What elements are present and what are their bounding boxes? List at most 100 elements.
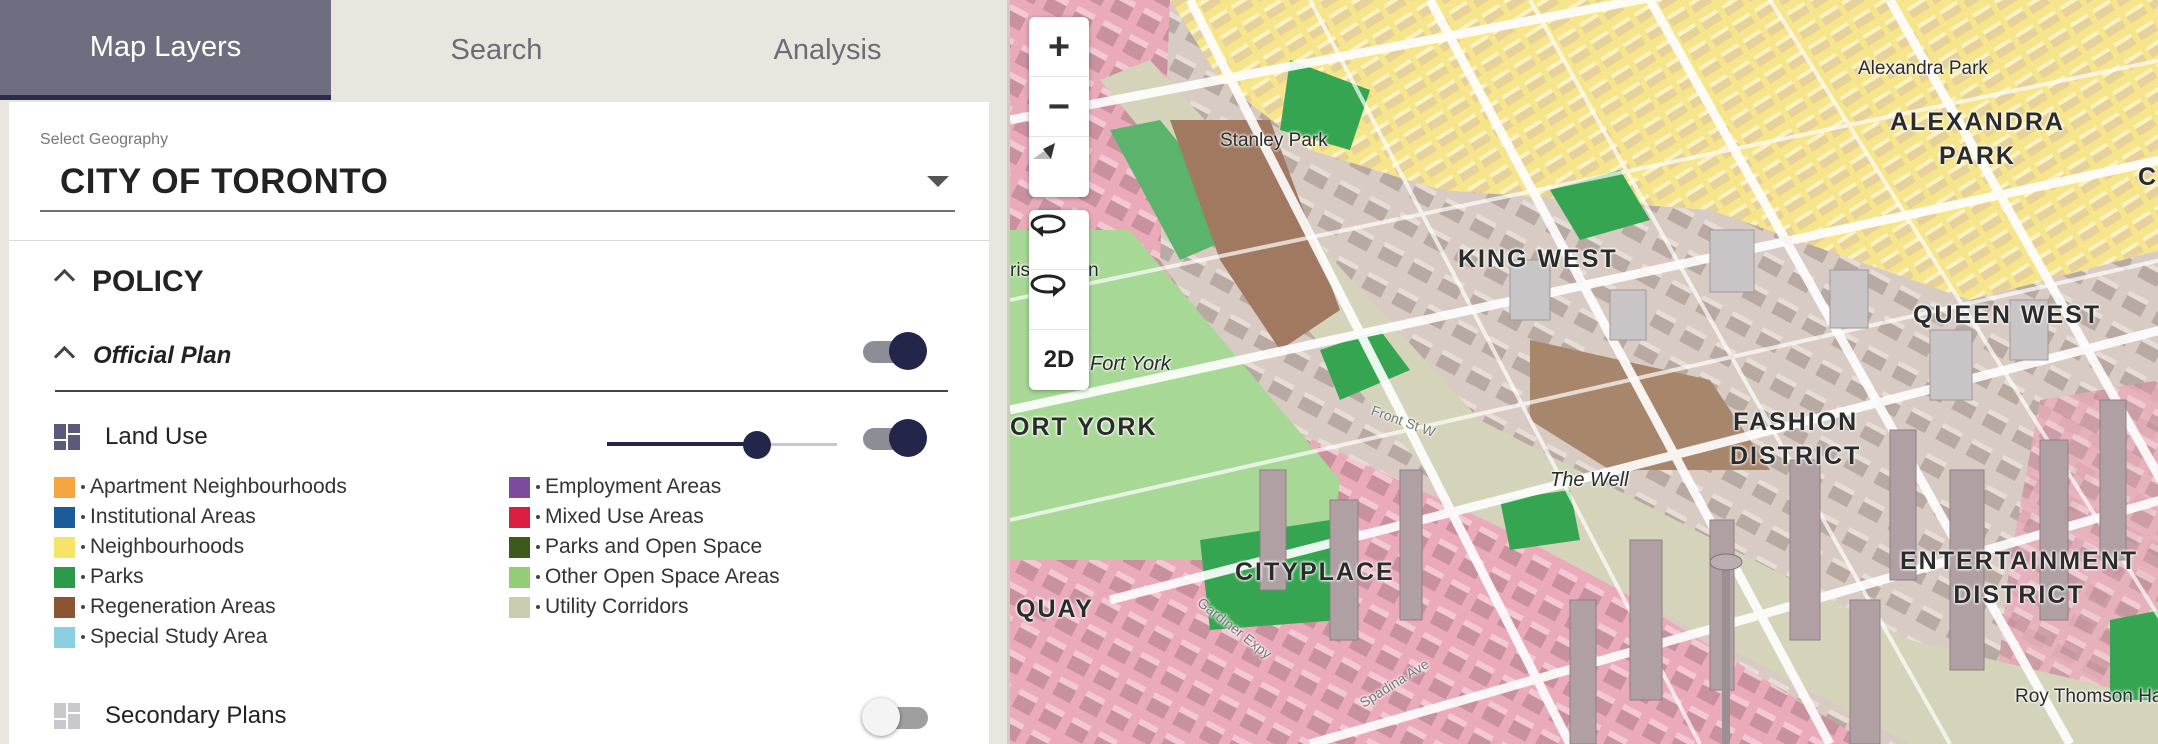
legend-item: Institutional Areas xyxy=(54,502,256,532)
mode-2d-label: 2D xyxy=(1043,346,1075,373)
chevron-up-icon[interactable] xyxy=(54,342,74,362)
legend-label: Regeneration Areas xyxy=(90,595,276,618)
official-plan-divider xyxy=(55,390,948,392)
layers-content: Select Geography CITY OF TORONTO POLICY … xyxy=(9,102,989,744)
zoom-in-button[interactable]: + xyxy=(1029,17,1089,77)
geography-value: CITY OF TORONTO xyxy=(60,162,389,201)
geography-select[interactable]: CITY OF TORONTO xyxy=(40,152,955,212)
mode-2d-button[interactable]: 2D xyxy=(1029,330,1089,390)
rotate-left-button[interactable] xyxy=(1029,210,1089,270)
map-label-the-well: The Well xyxy=(1550,469,1629,491)
legend-item: Other Open Space Areas xyxy=(509,562,780,592)
legend-item: Employment Areas xyxy=(509,472,721,502)
rotate-right-icon xyxy=(1030,274,1066,297)
geography-label: Select Geography xyxy=(40,131,169,148)
zoom-out-button[interactable]: − xyxy=(1029,77,1089,137)
legend-item: Neighbourhoods xyxy=(54,532,244,562)
legend-label: Mixed Use Areas xyxy=(545,505,704,528)
minus-icon: − xyxy=(1047,85,1071,128)
legend-swatch xyxy=(54,566,75,588)
legend-swatch xyxy=(509,506,530,528)
toggle-knob xyxy=(889,332,927,370)
caret-down-icon xyxy=(927,176,949,187)
map-label-fort-york-park: Fort York xyxy=(1090,353,1171,375)
legend-label: Special Study Area xyxy=(90,625,268,648)
land-use-toggle[interactable] xyxy=(859,417,929,457)
tab-search[interactable]: Search xyxy=(331,0,662,100)
map-zoom-controls: + − xyxy=(1029,17,1089,197)
legend-label: Institutional Areas xyxy=(90,505,256,528)
plus-icon: + xyxy=(1047,25,1071,68)
legend-label: Apartment Neighbourhoods xyxy=(90,475,347,498)
tab-analysis[interactable]: Analysis xyxy=(662,0,993,100)
legend-swatch xyxy=(54,626,75,648)
legend-item: Special Study Area xyxy=(54,622,267,652)
land-use-opacity-slider[interactable] xyxy=(607,425,839,465)
bullet-icon xyxy=(536,545,540,549)
legend-item: Regeneration Areas xyxy=(54,592,276,622)
bullet-icon xyxy=(81,605,85,609)
map-label-entertainment-district: ENTERTAINMENT DISTRICT xyxy=(1900,547,2139,609)
legend-swatch xyxy=(54,596,75,618)
bullet-icon xyxy=(536,515,540,519)
rotate-left-icon xyxy=(1030,214,1066,237)
bullet-icon xyxy=(536,485,540,489)
bullet-icon xyxy=(81,485,85,489)
map-label-king-west: KING WEST xyxy=(1458,245,1618,273)
legend-item: Parks and Open Space xyxy=(509,532,762,562)
legend-label: Utility Corridors xyxy=(545,595,689,618)
map-label-stanley-park: Stanley Park xyxy=(1220,130,1328,151)
map-view[interactable]: Alexandra Park ALEXANDRA PARK Stanley Pa… xyxy=(1007,0,2158,744)
slider-thumb[interactable] xyxy=(743,431,771,459)
slider-fill xyxy=(607,442,757,446)
dashboard-icon xyxy=(54,424,80,450)
legend-swatch xyxy=(509,476,530,498)
legend-item: Mixed Use Areas xyxy=(509,502,704,532)
legend-label: Parks and Open Space xyxy=(545,535,763,558)
rotate-right-button[interactable] xyxy=(1029,270,1089,330)
map-label-roy-thomson: Roy Thomson Ha xyxy=(2015,686,2158,707)
bullet-icon xyxy=(536,575,540,579)
official-plan-toggle[interactable] xyxy=(859,330,929,370)
side-panel: Map Layers Search Analysis Select Geogra… xyxy=(0,0,1005,744)
compass-button[interactable] xyxy=(1029,137,1089,197)
map-label-quay: QUAY xyxy=(1016,595,1094,623)
legend-swatch xyxy=(54,536,75,558)
divider xyxy=(9,240,989,241)
secondary-plans-label: Secondary Plans xyxy=(105,702,287,729)
land-use-label: Land Use xyxy=(105,423,208,450)
bullet-icon xyxy=(81,515,85,519)
bullet-icon xyxy=(81,635,85,639)
legend-label: Neighbourhoods xyxy=(90,535,245,558)
map-label-fashion-district: FASHION DISTRICT xyxy=(1730,408,1862,470)
legend-swatch xyxy=(54,506,75,528)
bullet-icon xyxy=(81,545,85,549)
tab-bar: Map Layers Search Analysis xyxy=(0,0,1005,100)
bullet-icon xyxy=(81,575,85,579)
legend-label: Parks xyxy=(90,565,144,588)
map-label-fort-york: ORT YORK xyxy=(1010,413,1158,441)
legend-label: Employment Areas xyxy=(545,475,722,498)
legend-swatch xyxy=(509,536,530,558)
official-plan-title: Official Plan xyxy=(93,342,232,369)
tab-map-layers[interactable]: Map Layers xyxy=(0,0,331,100)
map-label-alexandra-park-district: ALEXANDRA PARK xyxy=(1890,108,2065,170)
compass-icon xyxy=(1033,143,1055,159)
secondary-plans-toggle[interactable] xyxy=(862,696,932,736)
dashboard-icon xyxy=(54,703,80,729)
map-label-alexandra-park: Alexandra Park xyxy=(1858,58,1988,79)
legend-item: Parks xyxy=(54,562,144,592)
legend-item: Apartment Neighbourhoods xyxy=(54,472,347,502)
legend-swatch xyxy=(54,476,75,498)
toggle-knob xyxy=(862,698,900,736)
bullet-icon xyxy=(536,605,540,609)
map-rotate-controls: 2D xyxy=(1029,210,1089,390)
chevron-up-icon[interactable] xyxy=(54,265,74,285)
map-label-cityplace: CITYPLACE xyxy=(1235,558,1395,586)
policy-section-title: POLICY xyxy=(92,265,204,298)
legend-label: Other Open Space Areas xyxy=(545,565,780,588)
legend-item: Utility Corridors xyxy=(509,592,689,622)
map-label-queen-west: QUEEN WEST xyxy=(1913,301,2102,329)
legend-swatch xyxy=(509,596,530,618)
legend-swatch xyxy=(509,566,530,588)
